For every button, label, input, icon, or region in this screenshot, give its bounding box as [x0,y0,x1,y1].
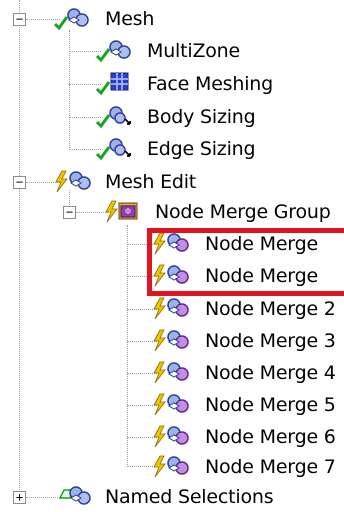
tree-item-mesh[interactable]: Mesh [52,4,157,34]
tree-item-label: Node Merge [205,233,318,255]
tree-item-label: MultiZone [147,40,241,62]
named-selections-icon [52,482,96,512]
tree-item-node-merge[interactable]: Node Merge [152,229,321,259]
tree-item-label: Body Sizing [147,106,256,128]
node-merge-group-folder-icon [102,197,146,227]
expand-named-selections-toggle[interactable]: + [13,491,26,504]
collapse-node-merge-group-toggle[interactable]: − [63,206,76,219]
tree-item-label: Node Merge 3 [205,330,336,352]
tree-item-mesh-edit[interactable]: Mesh Edit [52,167,199,197]
collapse-mesh-toggle[interactable]: − [13,13,26,26]
tree-item-label: Mesh [105,8,155,30]
tree-item-node-merge-5[interactable]: Node Merge 5 [152,390,339,420]
tree-item-label: Node Merge 6 [205,426,336,448]
tree-item-body-sizing[interactable]: Body Sizing [94,102,259,132]
face-meshing-grid-icon [94,69,138,99]
tree-item-label: Node Merge 7 [205,456,336,478]
tree-item-label: Named Selections [105,486,274,508]
tree-item-named-selections[interactable]: Named Selections [52,482,276,512]
tree-item-node-merge-7[interactable]: Node Merge 7 [152,452,339,482]
node-merge-icon [152,326,196,356]
tree-guide-root [19,0,20,494]
node-merge-icon [152,422,196,452]
collapse-mesh-edit-toggle[interactable]: − [13,176,26,189]
node-merge-icon [152,294,196,324]
tree-item-node-merge-2[interactable]: Node Merge 2 [152,294,339,324]
tree-item-label: Face Meshing [147,73,274,95]
tree-item-node-merge[interactable]: Node Merge [152,261,321,291]
tree-item-edge-sizing[interactable]: Edge Sizing [94,134,258,164]
tree-item-label: Node Merge Group [155,201,331,223]
edge-sizing-icon [94,134,138,164]
node-merge-icon [152,261,196,291]
tree-guide-node-merge-group [127,225,128,465]
tree-item-label: Node Merge 5 [205,394,336,416]
tree-item-label: Node Merge [205,265,318,287]
tree-item-label: Node Merge 2 [205,298,336,320]
mesh-icon [52,4,96,34]
tree-item-node-merge-4[interactable]: Node Merge 4 [152,358,339,388]
tree-item-multizone[interactable]: MultiZone [94,36,243,66]
node-merge-icon [152,358,196,388]
multizone-icon [94,36,138,66]
body-sizing-icon [94,102,138,132]
tree-item-node-merge-group[interactable]: Node Merge Group [102,197,334,227]
node-merge-icon [152,452,196,482]
tree-guide-mesh [69,30,70,148]
tree-item-label: Mesh Edit [105,171,197,193]
tree-item-label: Edge Sizing [147,138,256,160]
tree-item-node-merge-3[interactable]: Node Merge 3 [152,326,339,356]
tree-item-node-merge-6[interactable]: Node Merge 6 [152,422,339,452]
node-merge-icon [152,229,196,259]
node-merge-icon [152,390,196,420]
tree-item-face-meshing[interactable]: Face Meshing [94,69,276,99]
mesh-edit-icon [52,167,96,197]
tree-item-label: Node Merge 4 [205,362,336,384]
